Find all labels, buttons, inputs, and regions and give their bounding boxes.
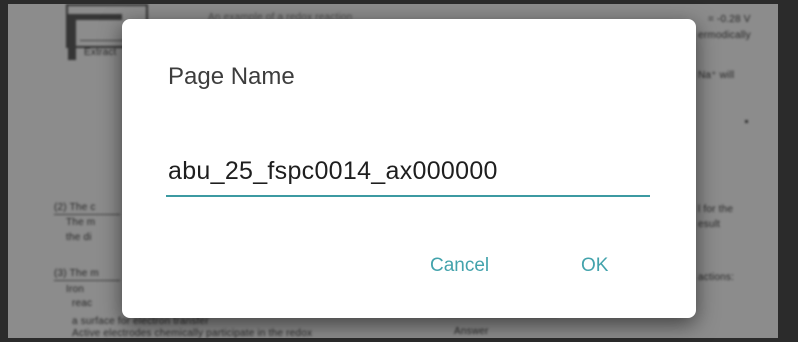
cancel-button[interactable]: Cancel xyxy=(422,249,497,283)
screen-frame: Extract An example of a redox reaction =… xyxy=(0,0,798,342)
page-name-input[interactable] xyxy=(166,151,650,197)
page-name-dialog: Page Name Cancel OK xyxy=(122,19,696,318)
ok-button[interactable]: OK xyxy=(573,249,616,283)
dialog-title: Page Name xyxy=(168,63,295,90)
